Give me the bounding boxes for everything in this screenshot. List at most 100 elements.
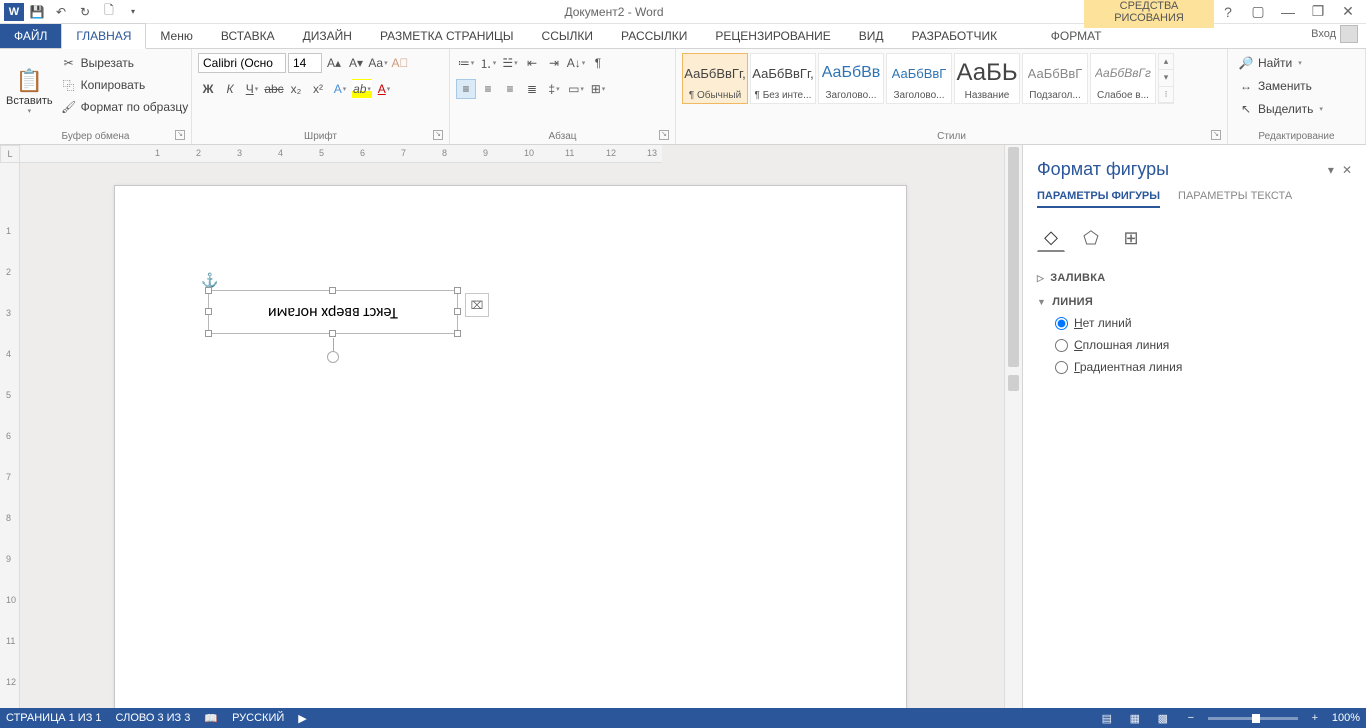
status-macro-icon[interactable]: ▶	[298, 712, 306, 725]
vertical-ruler[interactable]: 12345678910111213	[0, 163, 20, 708]
tab-menu[interactable]: Меню	[146, 24, 206, 48]
pane-tab-text[interactable]: ПАРАМЕТРЫ ТЕКСТА	[1178, 190, 1292, 208]
align-right-button[interactable]: ≡	[500, 79, 520, 99]
cut-button[interactable]: ✂Вырезать	[57, 53, 193, 73]
layout-props-icon[interactable]: ⊞	[1117, 224, 1145, 252]
scroll-thumb[interactable]	[1008, 147, 1019, 367]
tab-developer[interactable]: РАЗРАБОТЧИК	[898, 24, 1012, 48]
style-no-spacing[interactable]: АаБбВвГг,¶ Без инте...	[750, 53, 816, 104]
copy-button[interactable]: ⿻Копировать	[57, 75, 193, 95]
tab-home[interactable]: ГЛАВНАЯ	[61, 23, 146, 49]
tab-layout[interactable]: РАЗМЕТКА СТРАНИЦЫ	[366, 24, 528, 48]
qat-customize[interactable]: ▾	[122, 2, 144, 22]
undo-button[interactable]: ↶	[50, 2, 72, 22]
resize-handle[interactable]	[205, 287, 212, 294]
decrease-indent-button[interactable]: ⇤	[522, 53, 542, 73]
effects-icon[interactable]: ⬠	[1077, 224, 1105, 252]
replace-button[interactable]: ↔Заменить	[1234, 76, 1359, 96]
tab-mailings[interactable]: РАССЫЛКИ	[607, 24, 701, 48]
status-page[interactable]: СТРАНИЦА 1 ИЗ 1	[6, 712, 102, 724]
gallery-more[interactable]: ⁝	[1159, 87, 1173, 103]
paragraph-launcher[interactable]: ↘	[659, 130, 669, 140]
paste-button[interactable]: 📋 Вставить ▾	[6, 53, 53, 129]
zoom-level[interactable]: 100%	[1332, 712, 1360, 724]
vertical-scrollbar[interactable]	[1004, 145, 1022, 708]
highlight-button[interactable]: ab	[352, 79, 372, 99]
increase-indent-button[interactable]: ⇥	[544, 53, 564, 73]
radio-no-line[interactable]: Нет линий	[1055, 316, 1352, 330]
zoom-slider[interactable]	[1208, 717, 1298, 720]
rotation-handle[interactable]	[327, 351, 339, 363]
line-section-header[interactable]: ▼ЛИНИЯ	[1037, 296, 1352, 308]
status-proofing-icon[interactable]: 📖	[204, 712, 218, 725]
clear-format-button[interactable]: A⃠	[390, 53, 410, 73]
zoom-in-button[interactable]: +	[1304, 710, 1326, 726]
radio-solid-line[interactable]: Сплошная линия	[1055, 338, 1352, 352]
font-name-combo[interactable]	[198, 53, 286, 73]
resize-handle[interactable]	[205, 330, 212, 337]
gallery-up[interactable]: ▴	[1159, 54, 1173, 70]
find-button[interactable]: 🔎Найти▾	[1234, 53, 1359, 73]
fill-section-header[interactable]: ▷ЗАЛИВКА	[1037, 272, 1352, 284]
font-launcher[interactable]: ↘	[433, 130, 443, 140]
sign-in[interactable]: Вход	[1303, 20, 1366, 48]
resize-handle[interactable]	[329, 330, 336, 337]
view-read-mode[interactable]: ▤	[1096, 710, 1118, 726]
strike-button[interactable]: abc	[264, 79, 284, 99]
bold-button[interactable]: Ж	[198, 79, 218, 99]
pane-close[interactable]: ✕	[1342, 163, 1352, 177]
styles-gallery[interactable]: АаБбВвГг,¶ Обычный АаБбВвГг,¶ Без инте..…	[682, 53, 1221, 104]
resize-handle[interactable]	[205, 308, 212, 315]
sort-button[interactable]: A↓	[566, 53, 586, 73]
select-button[interactable]: ↖Выделить▾	[1234, 99, 1359, 119]
tab-references[interactable]: ССЫЛКИ	[528, 24, 607, 48]
format-painter-button[interactable]: 🖌Формат по образцу	[57, 97, 193, 117]
resize-handle[interactable]	[454, 330, 461, 337]
view-print-layout[interactable]: ▦	[1124, 710, 1146, 726]
style-normal[interactable]: АаБбВвГг,¶ Обычный	[682, 53, 748, 104]
scroll-thumb[interactable]	[1008, 375, 1019, 391]
resize-handle[interactable]	[329, 287, 336, 294]
tab-format[interactable]: ФОРМАТ	[1011, 24, 1141, 48]
show-marks-button[interactable]: ¶	[588, 53, 608, 73]
change-case-button[interactable]: Aa	[368, 53, 388, 73]
font-color-button[interactable]: A	[374, 79, 394, 99]
style-heading1[interactable]: АаБбВвЗаголово...	[818, 53, 884, 104]
justify-button[interactable]: ≣	[522, 79, 542, 99]
borders-button[interactable]: ⊞	[588, 79, 608, 99]
maximize-button[interactable]: ❐	[1306, 2, 1330, 22]
close-button[interactable]: ✕	[1336, 2, 1360, 22]
fill-line-icon[interactable]: ◇	[1037, 224, 1065, 252]
tab-file[interactable]: ФАЙЛ	[0, 24, 61, 48]
italic-button[interactable]: К	[220, 79, 240, 99]
tab-insert[interactable]: ВСТАВКА	[207, 24, 289, 48]
ribbon-display-button[interactable]: ▢	[1246, 2, 1270, 22]
resize-handle[interactable]	[454, 308, 461, 315]
style-subtitle[interactable]: АаБбВвГПодзагол...	[1022, 53, 1088, 104]
tab-design[interactable]: ДИЗАЙН	[289, 24, 366, 48]
line-spacing-button[interactable]: ‡	[544, 79, 564, 99]
pane-menu[interactable]: ▾	[1328, 163, 1334, 177]
pane-tab-shape[interactable]: ПАРАМЕТРЫ ФИГУРЫ	[1037, 190, 1160, 208]
multilevel-button[interactable]: ☱	[500, 53, 520, 73]
status-words[interactable]: СЛОВО 3 ИЗ 3	[116, 712, 191, 724]
document-page[interactable]: ⚓ Текст вверх ногами ⌧	[114, 185, 907, 708]
tab-view[interactable]: ВИД	[845, 24, 898, 48]
bullets-button[interactable]: ≔	[456, 53, 476, 73]
clipboard-launcher[interactable]: ↘	[175, 130, 185, 140]
numbering-button[interactable]: ⒈	[478, 53, 498, 73]
redo-button[interactable]: ↻	[74, 2, 96, 22]
minimize-button[interactable]: —	[1276, 2, 1300, 22]
help-button[interactable]: ?	[1216, 2, 1240, 22]
gallery-down[interactable]: ▾	[1159, 70, 1173, 86]
layout-options-button[interactable]: ⌧	[465, 293, 489, 317]
grow-font-button[interactable]: A▴	[324, 53, 344, 73]
style-heading2[interactable]: АаБбВвГЗаголово...	[886, 53, 952, 104]
text-effects-button[interactable]: A	[330, 79, 350, 99]
align-center-button[interactable]: ≡	[478, 79, 498, 99]
resize-handle[interactable]	[454, 287, 461, 294]
align-left-button[interactable]: ≡	[456, 79, 476, 99]
superscript-button[interactable]: x²	[308, 79, 328, 99]
tab-review[interactable]: РЕЦЕНЗИРОВАНИЕ	[701, 24, 844, 48]
underline-button[interactable]: Ч	[242, 79, 262, 99]
